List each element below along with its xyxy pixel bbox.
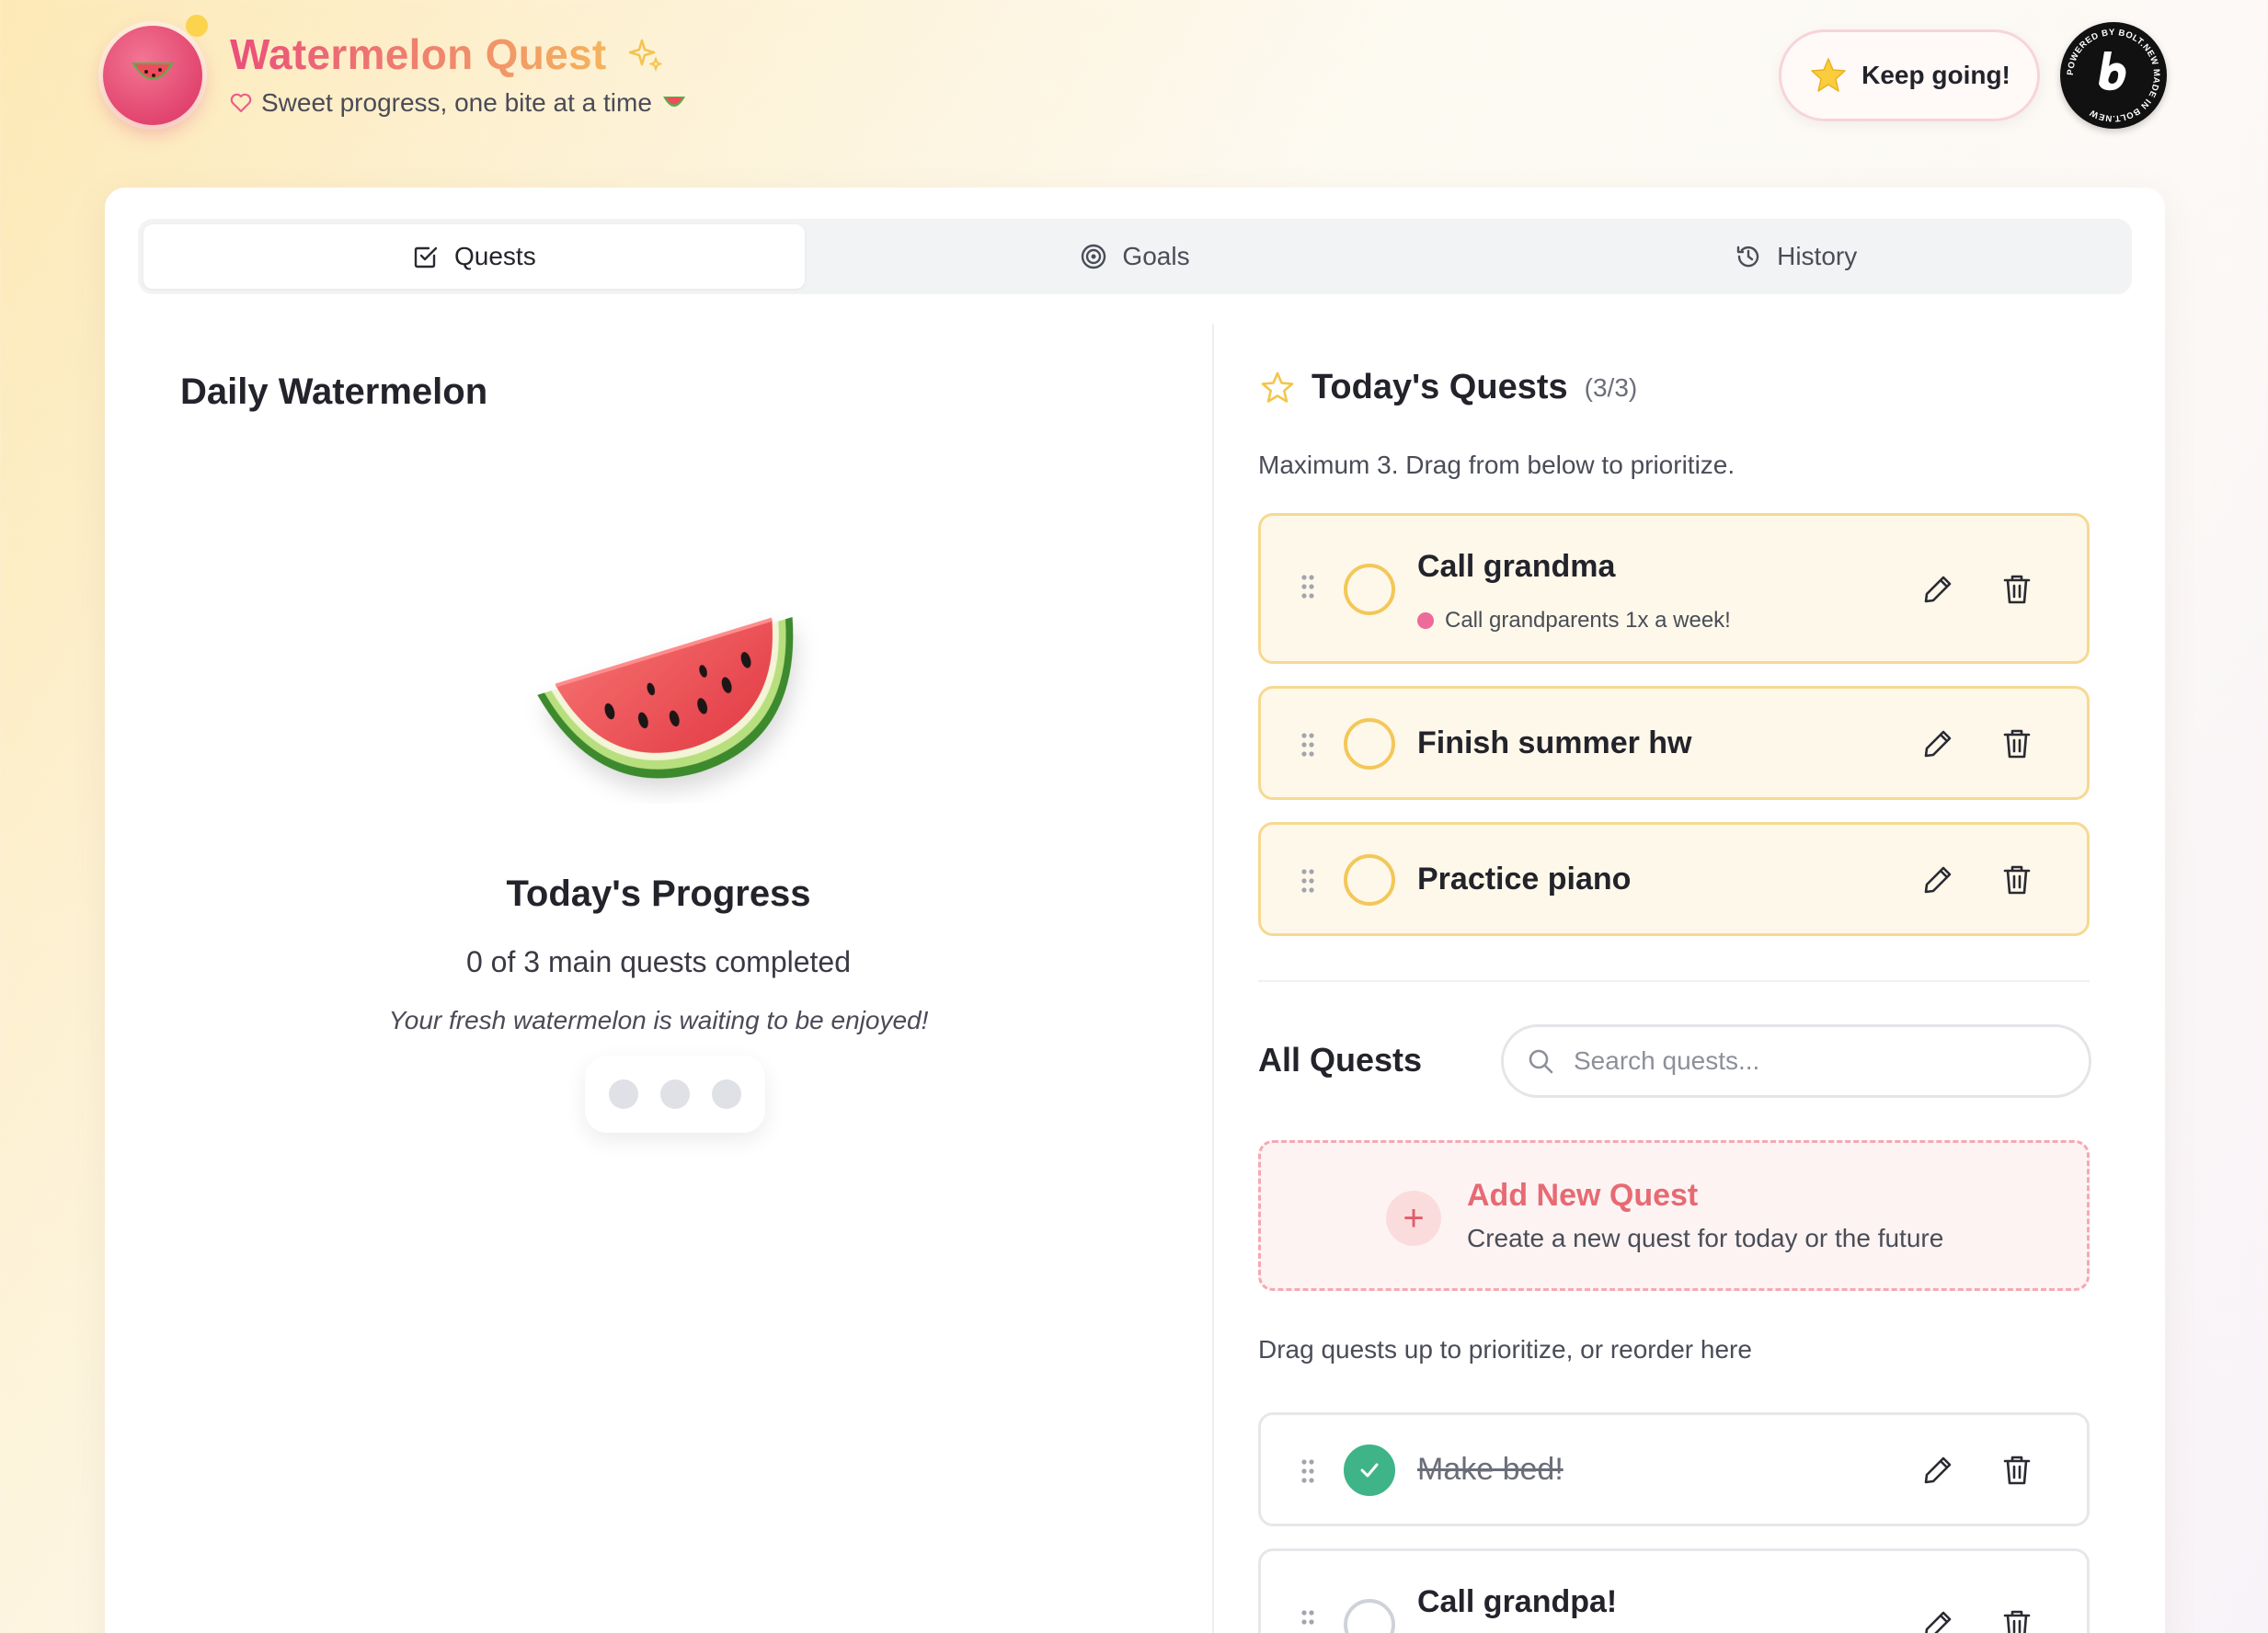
edit-icon[interactable]: [1921, 1454, 1954, 1487]
watermelon-logo: [103, 26, 202, 125]
goal-color-dot: [1417, 612, 1434, 629]
tab-goals[interactable]: Goals: [805, 224, 1466, 289]
progress-dot: [660, 1079, 690, 1109]
watermelon-image: [537, 617, 794, 779]
tab-quests[interactable]: Quests: [143, 224, 805, 289]
delete-icon[interactable]: [2002, 573, 2032, 606]
status-dot: [186, 15, 208, 37]
quest-card[interactable]: Make bed!: [1258, 1412, 2090, 1526]
progress-message: Your fresh watermelon is waiting to be e…: [388, 1006, 929, 1034]
quest-card[interactable]: Practice piano: [1258, 822, 2090, 936]
drag-handle-icon[interactable]: [1300, 867, 1316, 895]
search-box: [1501, 1024, 2091, 1098]
todays-quests-header: Today's Quests (3/3): [1260, 368, 1637, 407]
all-quests-title: All Quests: [1258, 1041, 1423, 1079]
todays-quests-title: Today's Quests: [1312, 368, 1568, 406]
quest-complete-toggle[interactable]: [1344, 854, 1395, 906]
target-icon: [1082, 244, 1106, 269]
tab-bar: Quests Goals History: [138, 219, 2132, 294]
add-new-quest-button[interactable]: + Add New Quest Create a new quest for t…: [1258, 1140, 2090, 1291]
sparkles-icon: [628, 39, 663, 72]
quest-complete-toggle[interactable]: [1344, 1445, 1395, 1496]
quest-complete-toggle[interactable]: [1344, 564, 1395, 615]
add-quest-title: Add New Quest: [1467, 1178, 1699, 1213]
watermelon-emoji-icon: [662, 97, 685, 107]
reorder-hint: Drag quests up to prioritize, or reorder…: [1258, 1335, 1752, 1364]
app-subtitle: Sweet progress, one bite at a time: [230, 88, 687, 118]
keep-going-label: Keep going!: [1861, 61, 2010, 89]
delete-icon[interactable]: [2002, 1454, 2032, 1487]
star-icon: [1811, 58, 1846, 92]
watermelon-slice-icon: [132, 63, 174, 80]
section-divider: [1258, 980, 2090, 982]
quest-complete-toggle[interactable]: [1344, 1599, 1395, 1633]
tab-history[interactable]: History: [1465, 224, 2126, 289]
delete-icon[interactable]: [2002, 863, 2032, 896]
bolt-badge[interactable]: POWERED BY BOLT.NEW MADE IN BOLT.NEW: [2060, 22, 2167, 129]
badge-ring-text: POWERED BY BOLT.NEW MADE IN BOLT.NEW: [2066, 28, 2161, 123]
heart-icon: [230, 93, 252, 113]
app-subtitle-text: Sweet progress, one bite at a time: [261, 88, 652, 117]
star-outline-icon: [1261, 371, 1294, 403]
delete-icon[interactable]: [2002, 1608, 2032, 1633]
history-icon: [1736, 246, 1759, 268]
drag-handle-icon[interactable]: [1300, 731, 1316, 759]
quest-card[interactable]: Call grandma Call grandparents 1x a week…: [1258, 513, 2090, 664]
daily-watermelon-title: Daily Watermelon: [180, 371, 488, 412]
todays-quests-count: (3/3): [1584, 372, 1638, 402]
drag-handle-icon[interactable]: [1300, 1457, 1316, 1485]
panel-divider: [1212, 324, 1214, 1633]
progress-dot: [712, 1079, 741, 1109]
drag-handle-icon[interactable]: [1300, 1608, 1316, 1633]
keep-going-button[interactable]: Keep going!: [1779, 29, 2040, 121]
app-header: Watermelon Quest Sweet progress, one bit…: [0, 0, 2268, 156]
quest-name: Finish summer hw: [1417, 725, 1692, 760]
quest-name: Make bed!: [1417, 1452, 1564, 1487]
todays-quests-hint: Maximum 3. Drag from below to prioritize…: [1258, 451, 1735, 479]
tab-goals-label: Goals: [1122, 242, 1190, 270]
quest-name: Call grandma: [1417, 549, 1616, 584]
quest-name: Practice piano: [1417, 862, 1632, 896]
tab-history-label: History: [1777, 242, 1858, 270]
edit-icon[interactable]: [1921, 727, 1954, 760]
edit-icon[interactable]: [1921, 573, 1954, 606]
search-icon: [1529, 1049, 1553, 1074]
add-quest-subtitle: Create a new quest for today or the futu…: [1467, 1224, 1944, 1252]
edit-icon[interactable]: [1921, 1608, 1954, 1633]
svg-text:POWERED BY BOLT.NEW MADE IN BO: POWERED BY BOLT.NEW MADE IN BOLT.NEW: [2066, 28, 2161, 123]
progress-title: Today's Progress: [506, 874, 811, 914]
quest-name: Call grandpa!: [1417, 1584, 1618, 1619]
progress-count: 0 of 3 main quests completed: [465, 945, 851, 978]
check-icon: [1360, 1463, 1379, 1478]
quest-goal-tag: Call grandparents 1x a week!: [1417, 608, 1731, 634]
checkbox-icon: [414, 246, 438, 268]
progress-dots: [585, 1056, 765, 1133]
quest-goal-text: Call grandparents 1x a week!: [1445, 608, 1731, 633]
quest-complete-toggle[interactable]: [1344, 718, 1395, 770]
drag-handle-icon[interactable]: [1300, 573, 1316, 600]
quest-card[interactable]: Call grandpa!: [1258, 1548, 2090, 1633]
edit-icon[interactable]: [1921, 863, 1954, 896]
quest-card[interactable]: Finish summer hw: [1258, 686, 2090, 800]
plus-icon: +: [1386, 1191, 1441, 1246]
delete-icon[interactable]: [2002, 727, 2032, 760]
app-title: Watermelon Quest: [230, 30, 607, 78]
tab-quests-label: Quests: [453, 242, 536, 270]
bolt-logo-icon: POWERED BY BOLT.NEW MADE IN BOLT.NEW: [2066, 28, 2161, 123]
search-input[interactable]: [1574, 1046, 2070, 1076]
progress-dot: [609, 1079, 638, 1109]
